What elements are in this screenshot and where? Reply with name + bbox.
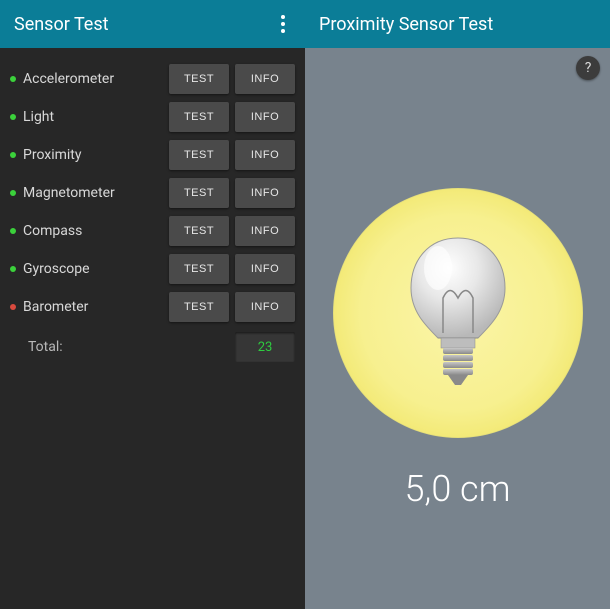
sensor-row: Barometer TESTINFO bbox=[10, 288, 295, 326]
proximity-reading: 5,0 cm bbox=[404, 468, 510, 510]
sensor-row: Proximity TESTINFO bbox=[10, 136, 295, 174]
lightbulb-icon bbox=[403, 233, 513, 393]
test-button[interactable]: TEST bbox=[169, 102, 229, 132]
info-button[interactable]: INFO bbox=[235, 102, 295, 132]
sensor-row: Magnetometer TESTINFO bbox=[10, 174, 295, 212]
status-dot-icon bbox=[10, 266, 16, 272]
sensor-label: Barometer bbox=[23, 299, 163, 315]
proximity-test-pane: Proximity Sensor Test ? bbox=[305, 0, 610, 609]
sensor-label: Gyroscope bbox=[23, 261, 163, 277]
sensor-label: Light bbox=[23, 109, 163, 125]
bulb-glow bbox=[333, 188, 583, 438]
test-button[interactable]: TEST bbox=[169, 254, 229, 284]
test-button[interactable]: TEST bbox=[169, 178, 229, 208]
sensor-label: Compass bbox=[23, 223, 163, 239]
sensor-row: Gyroscope TESTINFO bbox=[10, 250, 295, 288]
info-button[interactable]: INFO bbox=[235, 292, 295, 322]
appbar-left: Sensor Test bbox=[0, 0, 305, 48]
sensor-list: AccelerometerTESTINFOLightTESTINFOProxim… bbox=[0, 48, 305, 366]
status-dot-icon bbox=[10, 114, 16, 120]
info-button[interactable]: INFO bbox=[235, 216, 295, 246]
status-dot-icon bbox=[10, 76, 16, 82]
test-button[interactable]: TEST bbox=[169, 216, 229, 246]
test-button[interactable]: TEST bbox=[169, 140, 229, 170]
status-dot-icon bbox=[10, 304, 16, 310]
appbar-title-right: Proximity Sensor Test bbox=[319, 14, 493, 35]
sensor-label: Magnetometer bbox=[23, 185, 163, 201]
appbar-title-left: Sensor Test bbox=[14, 14, 109, 35]
total-label: Total: bbox=[10, 339, 163, 355]
sensor-row: Accelerometer TESTINFO bbox=[10, 60, 295, 98]
help-icon: ? bbox=[585, 60, 592, 76]
info-button[interactable]: INFO bbox=[235, 254, 295, 284]
sensor-label: Proximity bbox=[23, 147, 163, 163]
appbar-right: Proximity Sensor Test bbox=[305, 0, 610, 48]
total-row: Total: 23 bbox=[10, 328, 295, 366]
status-dot-icon bbox=[10, 190, 16, 196]
status-dot-icon bbox=[10, 228, 16, 234]
sensor-list-pane: Sensor Test AccelerometerTESTINFOLightTE… bbox=[0, 0, 305, 609]
overflow-menu-icon[interactable] bbox=[275, 9, 291, 39]
sensor-row: Compass TESTINFO bbox=[10, 212, 295, 250]
total-value: 23 bbox=[235, 332, 295, 362]
info-button[interactable]: INFO bbox=[235, 140, 295, 170]
status-dot-icon bbox=[10, 152, 16, 158]
bulb-area: 5,0 cm bbox=[305, 48, 610, 609]
test-button[interactable]: TEST bbox=[169, 292, 229, 322]
help-button[interactable]: ? bbox=[576, 56, 600, 80]
test-button[interactable]: TEST bbox=[169, 64, 229, 94]
sensor-label: Accelerometer bbox=[23, 71, 163, 87]
info-button[interactable]: INFO bbox=[235, 64, 295, 94]
sensor-row: Light TESTINFO bbox=[10, 98, 295, 136]
info-button[interactable]: INFO bbox=[235, 178, 295, 208]
